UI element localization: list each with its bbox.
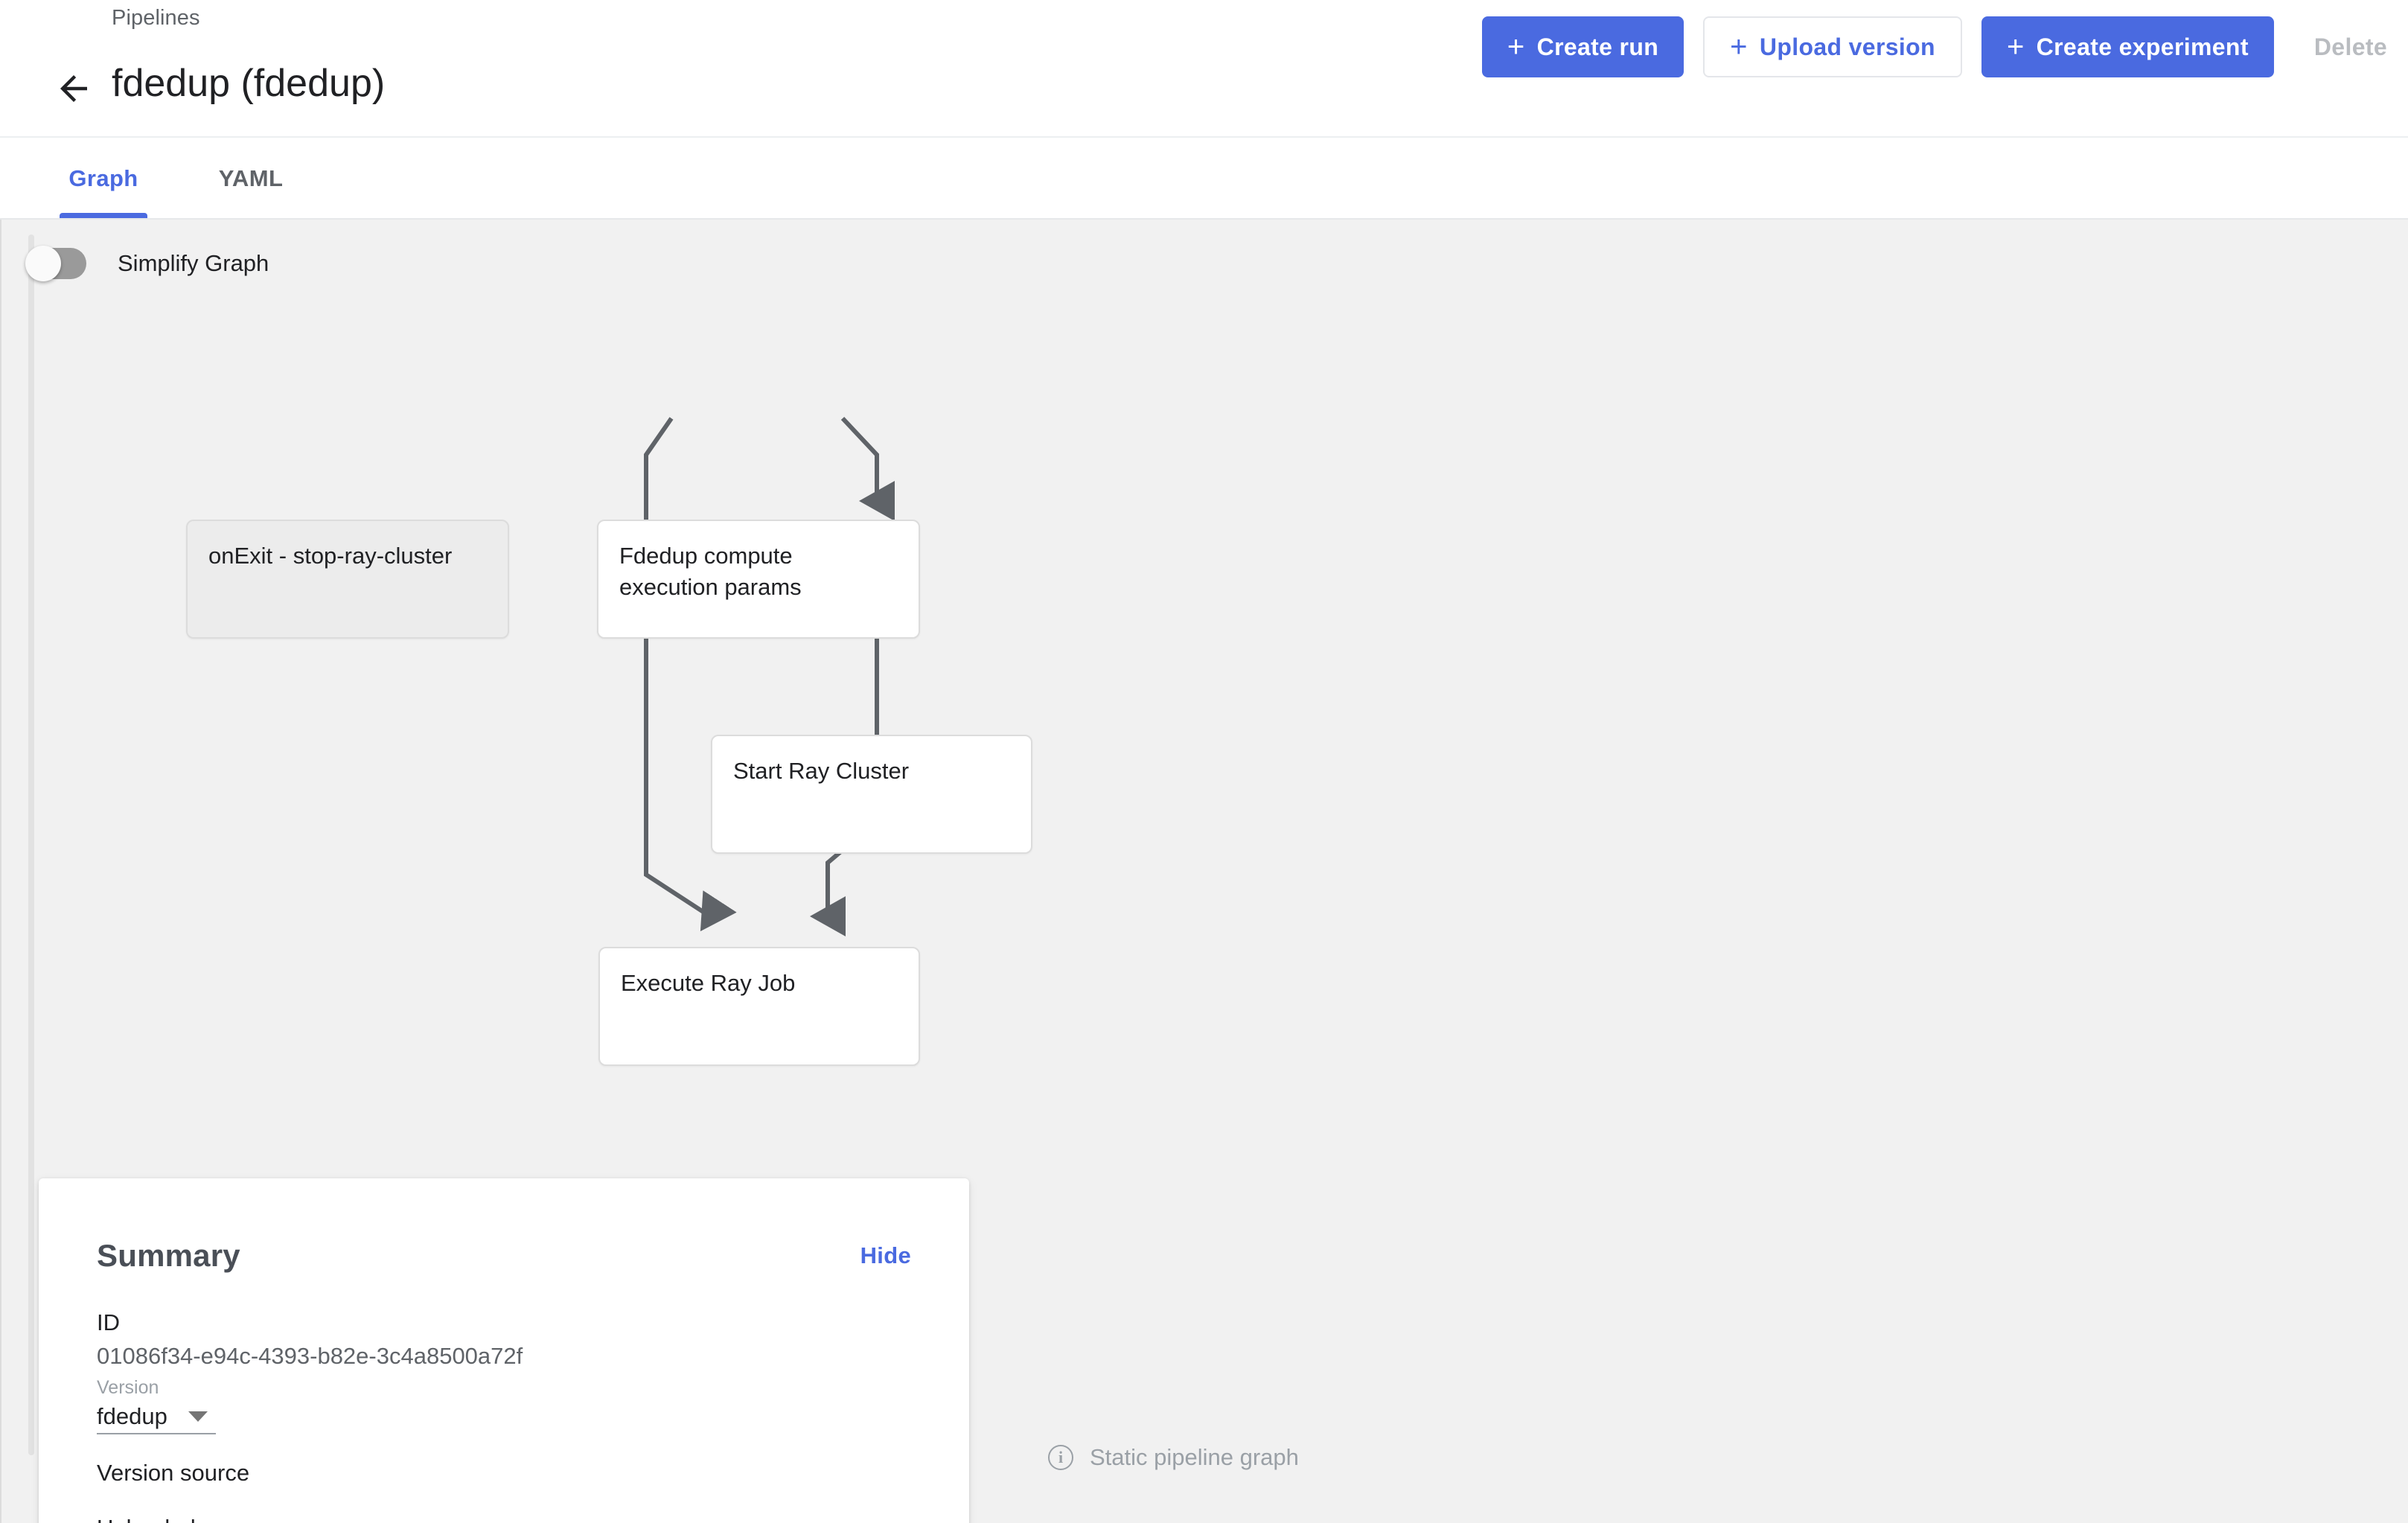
graph-canvas[interactable]: Simplify Graph onExit - stop-ray-cluster…: [0, 220, 2408, 1523]
plus-icon: +: [1730, 31, 1748, 63]
tab-yaml[interactable]: YAML: [207, 138, 295, 220]
static-graph-note: i Static pipeline graph: [1048, 1444, 1299, 1471]
create-run-button[interactable]: + Create run: [1481, 16, 1684, 77]
plus-icon: +: [2006, 31, 2025, 63]
create-experiment-label: Create experiment: [2036, 33, 2249, 60]
graph-node-label: Fdedup compute execution params: [619, 543, 802, 600]
summary-id-label: ID: [97, 1309, 120, 1335]
page-header: Pipelines fdedup (fdedup) + Create run +…: [0, 0, 2408, 138]
page-title: fdedup (fdedup): [112, 62, 386, 105]
static-graph-note-label: Static pipeline graph: [1090, 1444, 1299, 1470]
create-experiment-button[interactable]: + Create experiment: [1981, 16, 2274, 77]
graph-node-fdedup-compute-execution-params[interactable]: Fdedup compute execution params: [597, 520, 920, 639]
summary-id-value: 01086f34-e94c-4393-b82e-3c4a8500a72f: [97, 1343, 523, 1369]
summary-uploaded-on-label: Uploaded on: [97, 1512, 911, 1523]
summary-panel: Summary Hide ID 01086f34-e94c-4393-b82e-…: [39, 1178, 969, 1523]
summary-version-source-label: Version source: [97, 1460, 250, 1486]
graph-node-label: onExit - stop-ray-cluster: [208, 543, 453, 569]
graph-node-onexit[interactable]: onExit - stop-ray-cluster: [186, 520, 509, 639]
summary-header: Summary Hide: [97, 1238, 911, 1274]
tab-active-indicator: [60, 213, 147, 218]
summary-hide-button[interactable]: Hide: [860, 1242, 911, 1269]
plus-icon: +: [1507, 31, 1525, 63]
header-actions: + Create run + Upload version + Create e…: [1463, 6, 2408, 88]
upload-version-button[interactable]: + Upload version: [1703, 16, 1962, 77]
graph-node-label: Start Ray Cluster: [733, 758, 910, 784]
summary-title: Summary: [97, 1238, 240, 1273]
pipeline-details-page: Pipelines fdedup (fdedup) + Create run +…: [0, 0, 2408, 1523]
breadcrumb[interactable]: Pipelines: [112, 6, 200, 31]
tab-bar: Graph YAML: [0, 138, 2408, 220]
upload-version-label: Upload version: [1759, 33, 1935, 60]
graph-node-label: Execute Ray Job: [621, 970, 796, 996]
info-icon: i: [1048, 1445, 1073, 1470]
version-dropdown[interactable]: fdedup: [97, 1403, 216, 1434]
version-dropdown-value: fdedup: [97, 1403, 167, 1429]
back-arrow-icon[interactable]: [51, 66, 97, 112]
delete-button: Delete: [2293, 16, 2408, 77]
chevron-down-icon: [188, 1411, 208, 1422]
tab-graph[interactable]: Graph: [60, 138, 147, 220]
summary-version-label: Version: [97, 1377, 159, 1398]
summary-fields: ID 01086f34-e94c-4393-b82e-3c4a8500a72f …: [97, 1306, 911, 1523]
graph-node-execute-ray-job[interactable]: Execute Ray Job: [598, 947, 920, 1066]
graph-node-start-ray-cluster[interactable]: Start Ray Cluster: [711, 735, 1032, 854]
create-run-label: Create run: [1536, 33, 1659, 60]
